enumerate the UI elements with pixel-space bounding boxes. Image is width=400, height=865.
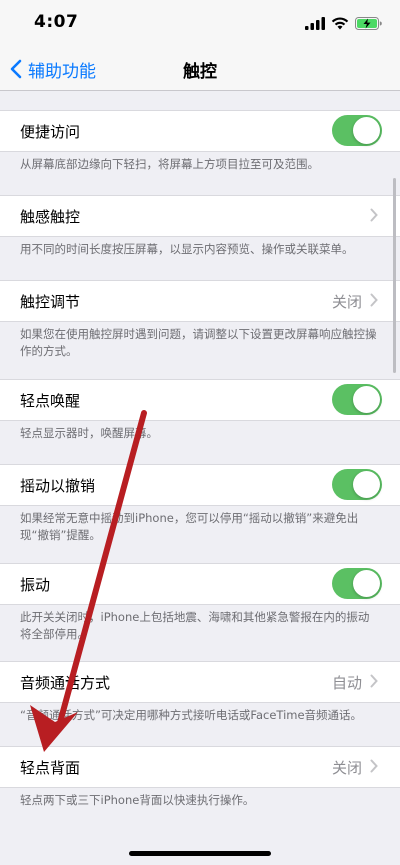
settings-row-call-audio-routing[interactable]: 音频通话方式 自动	[0, 661, 400, 703]
wifi-icon	[331, 17, 349, 29]
reachability-toggle[interactable]	[332, 115, 382, 146]
chevron-right-icon	[370, 674, 378, 688]
settings-row-touch-accommodations[interactable]: 触控调节 关闭	[0, 280, 400, 322]
row-label: 轻点唤醒	[20, 392, 81, 410]
chevron-right-icon	[370, 208, 378, 222]
settings-row-shake-to-undo[interactable]: 摇动以撤销	[0, 464, 400, 506]
row-description: 轻点显示器时，唤醒屏幕。	[20, 426, 158, 440]
row-value: 自动	[331, 674, 362, 692]
status-icons	[305, 14, 382, 32]
toggle-knob	[353, 386, 380, 413]
scroll-indicator[interactable]	[393, 178, 396, 373]
page-title: 触控	[183, 62, 217, 82]
row-label: 摇动以撤销	[20, 477, 96, 495]
row-description: 从屏幕底部边缘向下轻扫，将屏幕上方项目拉至可及范围。	[20, 157, 319, 171]
settings-row-vibration[interactable]: 振动	[0, 563, 400, 605]
row-description: 此开关关闭时，iPhone上包括地震、海啸和其他紧急警报在内的振动将全部停用。	[20, 610, 370, 641]
row-label: 便捷访问	[20, 123, 81, 141]
row-description: 如果经常无意中摇动到iPhone，您可以停用“摇动以撤销”来避免出现“撤销”提醒…	[20, 511, 359, 542]
navigation-bar: 辅助功能 触控	[0, 48, 400, 91]
status-bar: 4:07	[0, 0, 400, 48]
row-description: “音频通话方式”可决定用哪种方式接听电话或FaceTime音频通话。	[20, 708, 363, 722]
toggle-knob	[353, 117, 380, 144]
settings-row-reachability[interactable]: 便捷访问	[0, 110, 400, 152]
settings-row-tap-to-wake[interactable]: 轻点唤醒	[0, 379, 400, 421]
row-description: 用不同的时间长度按压屏幕，以显示内容预览、操作或关联菜单。	[20, 242, 354, 256]
row-value: 关闭	[331, 759, 362, 777]
home-indicator[interactable]	[129, 851, 271, 856]
settings-row-back-tap[interactable]: 轻点背面 关闭	[0, 746, 400, 788]
vibration-toggle[interactable]	[332, 568, 382, 599]
settings-row-haptic-touch[interactable]: 触感触控	[0, 195, 400, 237]
status-time: 4:07	[34, 12, 79, 32]
row-label: 触感触控	[20, 208, 81, 226]
row-label: 触控调节	[20, 293, 81, 311]
row-description: 如果您在使用触控屏时遇到问题，请调整以下设置更改屏幕响应触控操作的方式。	[20, 327, 377, 358]
shake-to-undo-toggle[interactable]	[332, 469, 382, 500]
chevron-right-icon	[370, 759, 378, 773]
toggle-knob	[353, 570, 380, 597]
row-label: 轻点背面	[20, 759, 81, 777]
cellular-signal-icon	[305, 16, 325, 30]
row-label: 振动	[20, 576, 51, 594]
row-description: 轻点两下或三下iPhone背面以快速执行操作。	[20, 793, 255, 807]
row-label: 音频通话方式	[20, 674, 111, 692]
row-value: 关闭	[331, 293, 362, 311]
battery-charging-icon	[355, 16, 382, 30]
toggle-knob	[353, 471, 380, 498]
chevron-right-icon	[370, 293, 378, 307]
tap-to-wake-toggle[interactable]	[332, 384, 382, 415]
